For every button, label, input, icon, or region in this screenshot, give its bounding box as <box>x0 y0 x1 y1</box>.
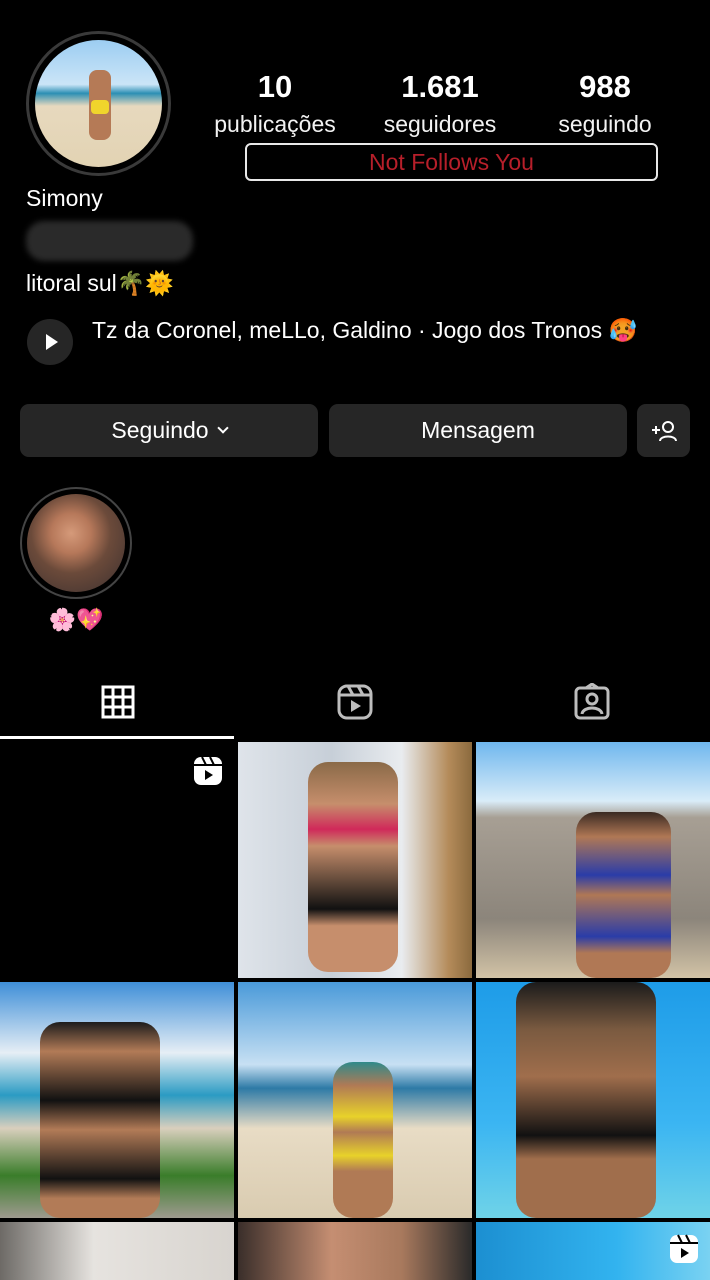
reel-badge-icon <box>670 1234 698 1263</box>
tab-posts[interactable] <box>0 668 236 736</box>
grid-post[interactable] <box>238 1222 472 1280</box>
message-button[interactable]: Mensagem <box>329 404 627 457</box>
following-label: seguindo <box>558 111 652 137</box>
profile-music-text[interactable]: Tz da Coronel, meLLo, Galdino · Jogo dos… <box>92 314 682 346</box>
stat-posts[interactable]: 10 publicações <box>200 68 350 139</box>
grid-post[interactable] <box>0 1222 234 1280</box>
message-button-label: Mensagem <box>421 417 535 443</box>
avatar-image <box>35 40 162 167</box>
following-button-label: Seguindo <box>111 417 209 443</box>
add-person-icon <box>651 420 677 441</box>
profile-name: Simony <box>26 185 103 211</box>
redacted-text <box>26 221 193 261</box>
profile-tabs <box>0 668 710 740</box>
stat-followers[interactable]: 1.681 seguidores <box>365 68 515 139</box>
add-person-button[interactable] <box>637 404 690 457</box>
stat-following[interactable]: 988 seguindo <box>530 68 680 139</box>
profile-avatar[interactable] <box>26 31 171 176</box>
following-button[interactable]: Seguindo <box>20 404 318 457</box>
posts-label: publicações <box>214 111 336 137</box>
grid-post[interactable] <box>0 742 234 978</box>
followers-count: 1.681 <box>401 69 479 104</box>
profile-stats: 10 publicações 1.681 seguidores 988 segu… <box>200 68 670 148</box>
grid-post[interactable] <box>238 982 472 1218</box>
tab-reels[interactable] <box>237 668 473 736</box>
chevron-down-icon <box>216 421 229 434</box>
grid-post[interactable] <box>238 742 472 978</box>
followers-label: seguidores <box>383 111 497 137</box>
story-highlight[interactable] <box>20 487 132 599</box>
posts-grid <box>0 742 710 1280</box>
grid-post[interactable] <box>476 742 710 978</box>
active-tab-indicator <box>0 736 234 739</box>
profile-bio: litoral sul🌴🌞 <box>26 270 175 296</box>
tagged-icon <box>574 683 610 720</box>
reels-icon <box>337 684 373 720</box>
play-icon <box>46 334 58 350</box>
reel-badge-icon <box>194 756 222 785</box>
highlight-label: 🌸💖 <box>48 607 104 632</box>
grid-post[interactable] <box>476 1222 710 1280</box>
grid-post[interactable] <box>0 982 234 1218</box>
grid-icon <box>101 685 135 719</box>
play-music-button[interactable] <box>27 319 73 365</box>
tab-tagged[interactable] <box>474 668 710 736</box>
grid-post[interactable] <box>476 982 710 1218</box>
not-follows-you-badge: Not Follows You <box>245 143 658 181</box>
posts-count: 10 <box>257 69 293 104</box>
highlight-cover <box>27 494 125 592</box>
following-count: 988 <box>579 69 631 104</box>
